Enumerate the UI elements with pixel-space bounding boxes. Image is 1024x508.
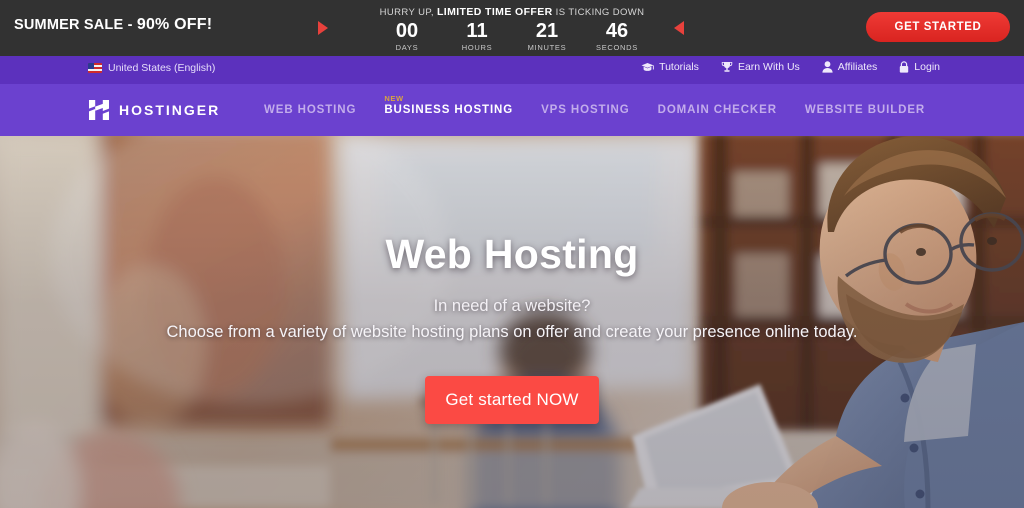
countdown-headline-prefix: HURRY UP, xyxy=(379,7,437,18)
nav-item-vps-hosting[interactable]: VPS HOSTING xyxy=(527,84,644,136)
countdown-headline-suffix: IS TICKING DOWN xyxy=(552,7,645,18)
hostinger-logo[interactable]: HOSTINGER xyxy=(88,98,220,122)
countdown-unit-days: 00 DAYS xyxy=(385,20,429,52)
countdown-minutes-value: 21 xyxy=(535,20,559,42)
nav-item-business-hosting-label: BUSINESS HOSTING xyxy=(384,104,514,116)
hero-subtitle-1: In need of a website? xyxy=(433,297,591,315)
nav-item-web-hosting-label: WEB HOSTING xyxy=(264,104,357,116)
nav-item-domain-checker-label: DOMAIN CHECKER xyxy=(657,104,777,116)
promo-bar: SUMMER SALE - 90% OFF! HURRY UP, LIMITED… xyxy=(0,0,1024,56)
utility-link-earn-with-us-label: Earn With Us xyxy=(737,61,800,73)
countdown-hours-value: 11 xyxy=(466,20,488,42)
hero-content: Web Hosting In need of a website? Choose… xyxy=(0,136,1024,508)
graduation-cap-icon xyxy=(641,62,654,73)
utility-link-login-label: Login xyxy=(914,61,940,73)
countdown-units: 00 DAYS 11 HOURS 21 MINUTES 46 SECONDS xyxy=(385,20,639,52)
utility-link-earn-with-us[interactable]: Earn With Us xyxy=(721,61,800,73)
nav-item-web-hosting[interactable]: WEB HOSTING xyxy=(250,84,370,136)
countdown-unit-hours: 11 HOURS xyxy=(455,20,499,52)
hostinger-logo-text: HOSTINGER xyxy=(119,102,221,118)
user-icon xyxy=(822,61,833,73)
utility-link-tutorials-label: Tutorials xyxy=(659,61,699,73)
utility-link-login[interactable]: Login xyxy=(899,61,940,73)
nav-item-business-hosting[interactable]: NEW BUSINESS HOSTING xyxy=(370,84,527,136)
utility-link-affiliates[interactable]: Affiliates xyxy=(822,61,878,73)
countdown-hours-label: HOURS xyxy=(461,43,493,52)
hostinger-h-logo-icon xyxy=(88,98,110,122)
nav-item-vps-hosting-label: VPS HOSTING xyxy=(541,104,630,116)
countdown-headline: HURRY UP, LIMITED TIME OFFER IS TICKING … xyxy=(380,6,645,18)
utility-link-affiliates-label: Affiliates xyxy=(837,61,878,73)
trophy-icon xyxy=(721,61,733,73)
main-nav-items: WEB HOSTING NEW BUSINESS HOSTING VPS HOS… xyxy=(250,84,939,136)
utility-link-tutorials[interactable]: Tutorials xyxy=(641,61,699,73)
play-arrow-left-icon xyxy=(674,21,684,35)
countdown-days-value: 00 xyxy=(395,20,419,42)
nav-item-domain-checker[interactable]: DOMAIN CHECKER xyxy=(644,84,791,136)
countdown-minutes-label: MINUTES xyxy=(527,43,567,52)
nav-item-website-builder-label: WEBSITE BUILDER xyxy=(804,104,926,116)
lock-icon xyxy=(899,61,909,73)
nav-item-website-builder[interactable]: WEBSITE BUILDER xyxy=(791,84,939,136)
hero-get-started-now-button[interactable]: Get started NOW xyxy=(425,376,599,424)
countdown-days-label: DAYS xyxy=(395,43,419,52)
utility-links: Tutorials Earn With Us Affiliates Login xyxy=(641,61,940,73)
locale-selector[interactable]: United States (English) xyxy=(88,62,215,74)
countdown-seconds-label: SECONDS xyxy=(596,43,638,52)
countdown-headline-emphasis: LIMITED TIME OFFER xyxy=(436,6,553,18)
hero-section: Web Hosting In need of a website? Choose… xyxy=(0,136,1024,508)
us-flag-icon xyxy=(88,63,102,73)
nav-item-business-hosting-badge: NEW xyxy=(384,94,404,103)
countdown-seconds-value: 46 xyxy=(605,20,629,42)
countdown-unit-seconds: 46 SECONDS xyxy=(595,20,639,52)
utility-nav-bar: United States (English) Tutorials Earn W… xyxy=(0,56,1024,84)
hero-title: Web Hosting xyxy=(385,231,639,277)
main-nav-bar: HOSTINGER WEB HOSTING NEW BUSINESS HOSTI… xyxy=(0,84,1024,210)
hero-subtitle-2: Choose from a variety of website hosting… xyxy=(166,323,858,341)
countdown-unit-minutes: 21 MINUTES xyxy=(525,20,569,52)
locale-label: United States (English) xyxy=(108,62,216,74)
promo-get-started-button[interactable]: GET STARTED xyxy=(866,12,1010,42)
